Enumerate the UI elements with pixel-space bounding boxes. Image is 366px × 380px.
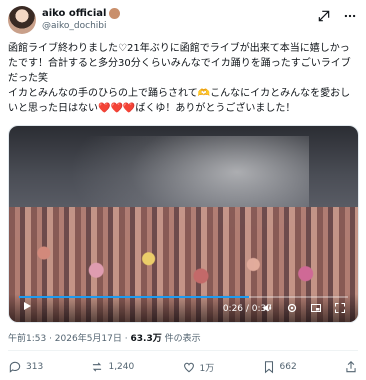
reply-count: 313 <box>26 362 44 372</box>
author-name[interactable]: aiko official <box>42 8 106 19</box>
name-emoji-icon <box>109 7 121 19</box>
post-meta: 午前1:53 · 2026年5月17日 · 63.3万 件の表示 <box>8 331 201 344</box>
grok-icon[interactable] <box>316 8 332 24</box>
like-button[interactable]: 1万 <box>182 360 215 374</box>
share-icon <box>344 360 358 374</box>
post-timestamp[interactable]: 午前1:53 · 2026年5月17日 <box>8 334 122 344</box>
like-icon <box>182 360 196 374</box>
reply-icon <box>8 360 22 374</box>
action-bar: 313 1,240 1万 662 <box>8 357 358 377</box>
fullscreen-icon[interactable] <box>332 300 348 316</box>
video-progress-fill <box>19 296 250 298</box>
repost-icon <box>90 360 104 374</box>
settings-icon[interactable] <box>284 300 300 316</box>
video-player[interactable]: 0:26 / 0:37 <box>8 125 359 323</box>
header-actions <box>316 8 358 24</box>
video-progress-bar[interactable] <box>19 296 348 298</box>
bookmark-button[interactable]: 662 <box>262 360 297 374</box>
author-name-row: aiko official <box>42 6 121 20</box>
post-header: aiko official @aiko_dochibi <box>8 6 358 36</box>
more-icon[interactable] <box>342 8 358 24</box>
views-count: 63.3万 <box>130 334 162 344</box>
video-controls: 0:26 / 0:37 <box>9 294 358 322</box>
divider <box>8 350 358 351</box>
video-control-icons <box>260 300 348 316</box>
volume-icon[interactable] <box>260 300 276 316</box>
repost-button[interactable]: 1,240 <box>90 360 134 374</box>
repost-count: 1,240 <box>108 362 135 372</box>
play-icon[interactable] <box>19 298 35 314</box>
picture-in-picture-icon[interactable] <box>308 300 324 316</box>
post-text: 函館ライブ終わりました♡21年ぶりに函館でライブが出来て本当に嬉しかったです！合… <box>8 43 351 114</box>
avatar[interactable] <box>8 6 36 34</box>
reply-button[interactable]: 313 <box>8 360 43 374</box>
like-count: 1万 <box>199 363 215 374</box>
author-handle[interactable]: @aiko_dochibi <box>42 21 107 31</box>
bookmark-icon <box>262 360 276 374</box>
share-button[interactable] <box>344 360 358 374</box>
views-label: 件の表示 <box>164 334 201 344</box>
bookmark-count: 662 <box>279 362 297 372</box>
